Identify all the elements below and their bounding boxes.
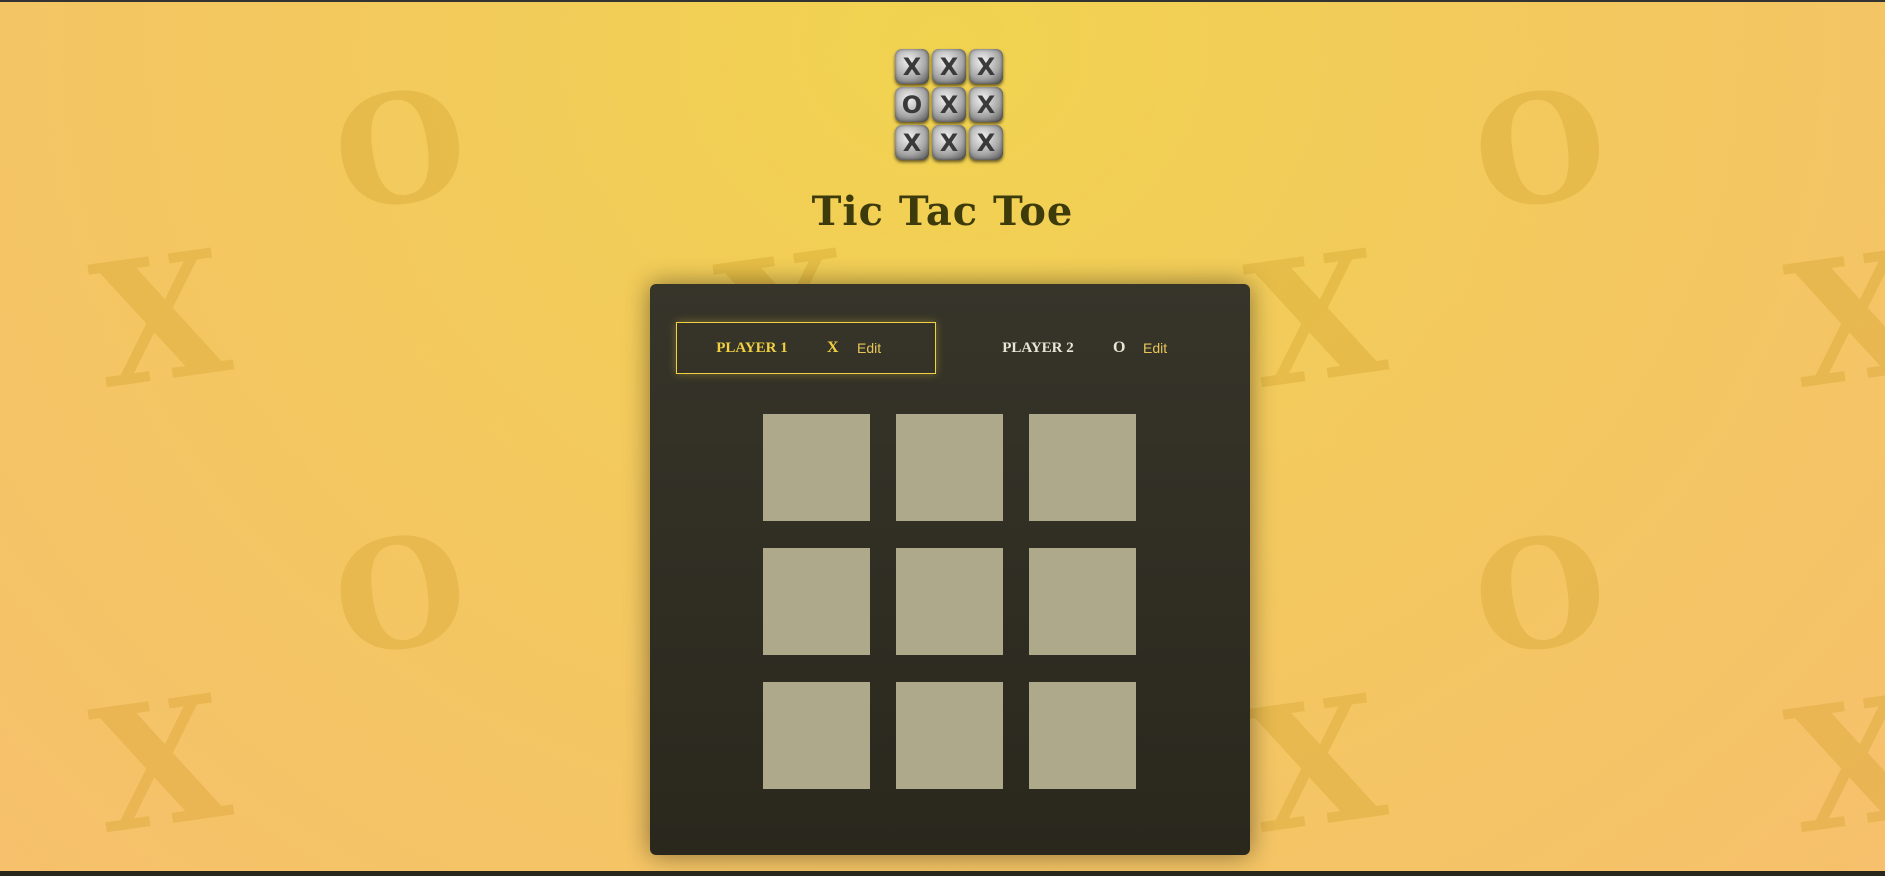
board-cell[interactable] bbox=[1029, 682, 1136, 789]
background-x-icon: X bbox=[1776, 211, 1885, 429]
game-board bbox=[763, 414, 1136, 789]
background-x-icon: X bbox=[81, 211, 241, 429]
logo-tile: X bbox=[969, 49, 1003, 84]
background-x-icon: X bbox=[81, 656, 241, 874]
background-o-icon: O bbox=[323, 498, 478, 692]
logo-tile: X bbox=[932, 49, 966, 84]
player-1-name: PLAYER 1 bbox=[716, 339, 788, 356]
logo-tile: X bbox=[969, 125, 1003, 160]
tic-tac-toe-logo-icon: X X X O X X X X X bbox=[895, 49, 1003, 162]
background-x-icon: X bbox=[1236, 656, 1396, 874]
logo-tile: X bbox=[969, 87, 1003, 122]
background-x-icon: X bbox=[1776, 656, 1885, 874]
player-2-edit-button[interactable]: Edit bbox=[1143, 340, 1167, 356]
player-2-card: PLAYER 2 O Edit bbox=[962, 322, 1222, 374]
board-cell[interactable] bbox=[763, 682, 870, 789]
logo-tile: X bbox=[932, 87, 966, 122]
board-cell[interactable] bbox=[1029, 414, 1136, 521]
player-1-edit-button[interactable]: Edit bbox=[857, 340, 881, 356]
logo-tile: X bbox=[895, 125, 929, 160]
top-border bbox=[0, 0, 1885, 2]
bottom-border bbox=[0, 871, 1885, 876]
logo-tile: O bbox=[895, 87, 929, 122]
board-cell[interactable] bbox=[763, 414, 870, 521]
background-o-icon: O bbox=[1463, 498, 1618, 692]
player-1-card: PLAYER 1 X Edit bbox=[676, 322, 936, 374]
board-cell[interactable] bbox=[896, 548, 1003, 655]
board-cell[interactable] bbox=[763, 548, 870, 655]
board-cell[interactable] bbox=[896, 414, 1003, 521]
logo-tile: X bbox=[932, 125, 966, 160]
logo-tile: X bbox=[895, 49, 929, 84]
player-2-symbol: O bbox=[1113, 339, 1126, 356]
board-cell[interactable] bbox=[896, 682, 1003, 789]
board-cell[interactable] bbox=[1029, 548, 1136, 655]
game-panel: PLAYER 1 X Edit PLAYER 2 O Edit bbox=[650, 284, 1250, 855]
player-1-symbol: X bbox=[827, 339, 839, 356]
player-2-name: PLAYER 2 bbox=[1002, 339, 1074, 356]
page-title: Tic Tac Toe bbox=[811, 188, 1074, 235]
background-x-icon: X bbox=[1236, 211, 1396, 429]
